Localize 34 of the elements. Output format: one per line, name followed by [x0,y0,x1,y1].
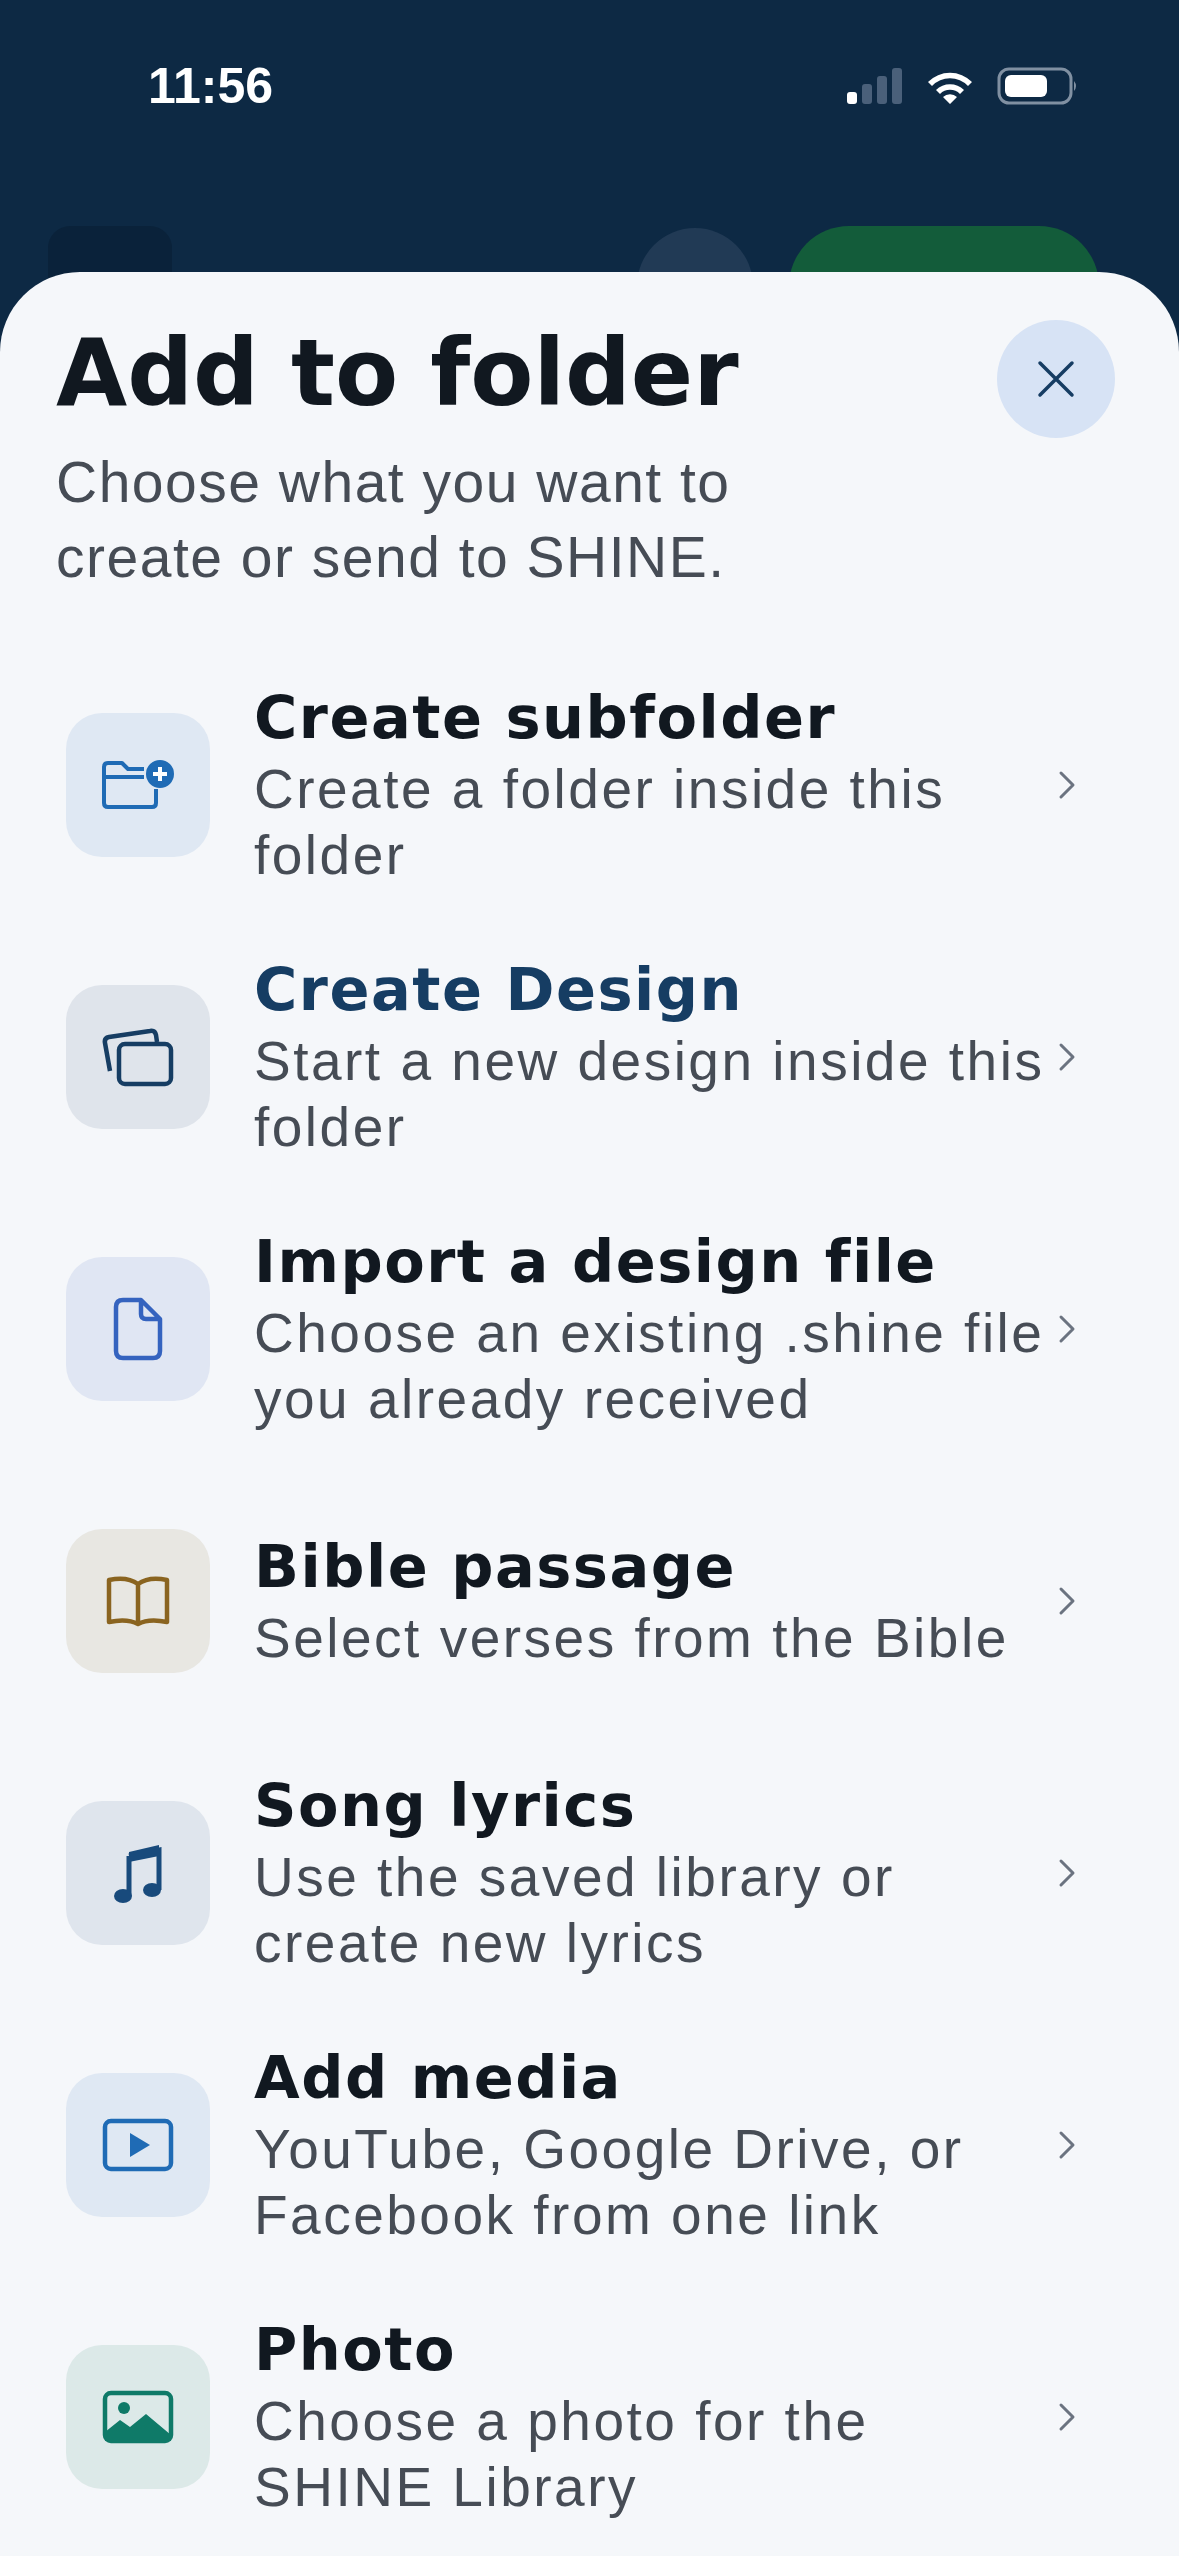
option-row[interactable]: Import a design file Choose an existing .shine file you already received [56,1209,1123,1449]
option-row[interactable]: Photo Choose a photo for the SHINE Library [56,2297,1123,2537]
option-description: Start a new design inside this folder [254,1028,1046,1160]
option-description: Create a folder inside this folder [254,756,947,888]
option-row[interactable]: Bible passage Select verses from the Bible [56,1481,1123,1721]
option-title: Import a design file [254,1226,938,1296]
option-description: Select verses from the Bible [254,1605,1010,1671]
chevron-right-icon [1058,770,1076,800]
chevron-right-icon [1058,1042,1076,1072]
option-row[interactable]: Song lyrics Use the saved library or create new lyrics [56,1753,1123,1993]
option-title: Create Design [254,954,745,1024]
chevron-right-icon [1058,1858,1076,1888]
option-description: Choose an existing .shine file you already received [254,1300,1046,1432]
chevron-right-icon [1058,1586,1076,1616]
chevron-right-icon [1058,2130,1076,2160]
option-title: Photo [254,2314,457,2384]
sheet-subtitle: Choose what you want to create or send to SHINE. [56,449,732,591]
option-row[interactable]: Add media YouTube, Google Drive, or Facebook from one link [56,2025,1123,2265]
chevron-right-icon [1058,2402,1076,2432]
option-description: Use the saved library or create new lyrics [254,1844,896,1976]
option-title: Create subfolder [254,682,838,752]
option-description: YouTube, Google Drive, or Facebook from one link [254,2116,965,2248]
option-title: Song lyrics [254,1770,638,1840]
option-row[interactable]: Create Design Start a new design inside this folder [56,937,1123,1177]
option-description: Choose a photo for the SHINE Library [254,2388,870,2520]
option-title: Bible passage [254,1531,738,1601]
option-row[interactable]: Create subfolder Create a folder inside this folder [56,665,1123,905]
close-icon [1036,359,1076,399]
option-title: Add media [254,2042,623,2112]
battery-icon [997,66,1079,106]
chevron-right-icon [1058,1314,1076,1344]
sheet-title: Add to folder [56,320,740,427]
status-time: 11:56 [148,57,274,115]
signal-icon [847,66,903,106]
